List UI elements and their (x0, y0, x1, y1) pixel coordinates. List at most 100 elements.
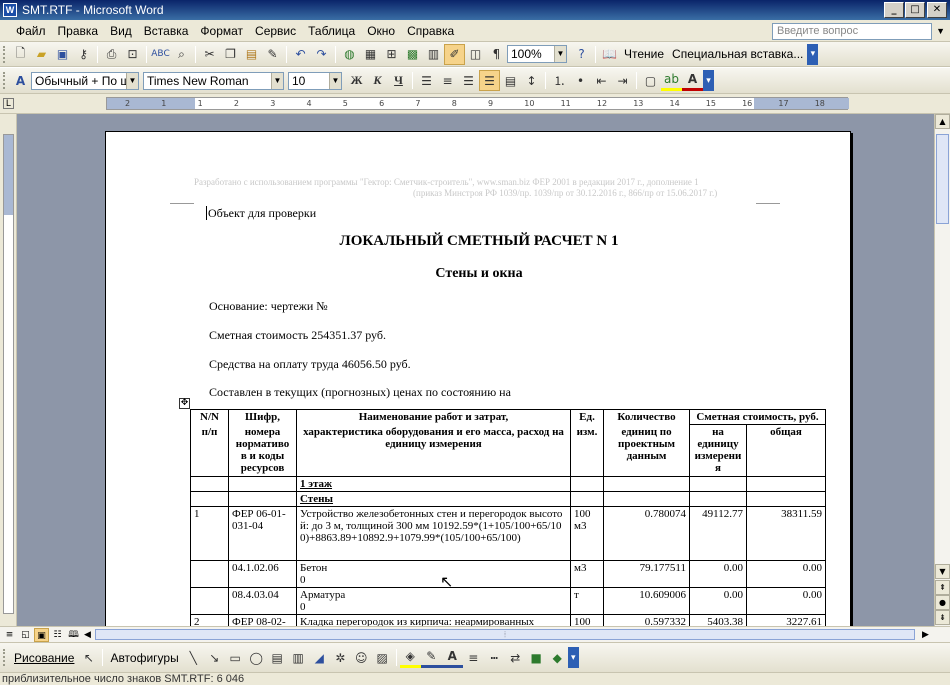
line-color-icon[interactable]: ✎ (420, 647, 442, 668)
print-icon[interactable]: ⎙ (101, 44, 122, 65)
fill-color-icon[interactable]: ◈ (399, 647, 421, 668)
bold-button[interactable]: Ж (346, 70, 367, 91)
font-color-icon[interactable]: A (682, 70, 703, 91)
copy-icon[interactable]: ❐ (220, 44, 241, 65)
maximize-button[interactable]: □ (905, 2, 925, 18)
redo-icon[interactable]: ↷ (311, 44, 332, 65)
zoom-dropdown-icon[interactable]: ▼ (554, 46, 566, 62)
reading-icon[interactable]: 📖 (599, 44, 620, 65)
clipart-icon[interactable]: ☺ (351, 647, 372, 668)
menu-format[interactable]: Формат (194, 20, 249, 42)
horizontal-scroll-thumb[interactable]: ⦙ (95, 629, 915, 640)
toolbar-options-icon[interactable]: ▾ (567, 647, 579, 668)
font-size-dropdown-icon[interactable]: ▼ (329, 72, 341, 89)
research-icon[interactable]: ⌕ (171, 44, 192, 65)
permission-icon[interactable]: ⚷ (73, 44, 94, 65)
scroll-right-icon[interactable]: ▶ (918, 628, 933, 642)
decrease-indent-icon[interactable]: ⇤ (591, 70, 612, 91)
close-button[interactable]: ✕ (927, 2, 947, 18)
vertical-text-icon[interactable]: ▥ (288, 647, 309, 668)
ask-question-input[interactable]: Введите вопрос ▼ (772, 23, 945, 40)
vertical-scroll-thumb[interactable] (936, 134, 949, 224)
style-select[interactable]: Обычный + По ш ▼ (31, 71, 139, 90)
spelling-icon[interactable]: ABC (150, 44, 171, 65)
increase-indent-icon[interactable]: ⇥ (612, 70, 633, 91)
font-dropdown-icon[interactable]: ▼ (271, 72, 283, 89)
autoshapes-button[interactable]: Автофигуры (106, 651, 182, 665)
horizontal-ruler[interactable]: 2 1 1 2 3 4 5 6 7 8 9 10 11 12 13 14 15 16 17 18 (106, 97, 849, 110)
document-page[interactable]: Разработано с использованием программы "… (105, 131, 851, 626)
borders-icon[interactable]: ▢ (640, 70, 661, 91)
font-color-draw-icon[interactable]: A (441, 647, 463, 668)
text-box-icon[interactable]: ▤ (267, 647, 288, 668)
diagram-icon[interactable]: ✲ (330, 647, 351, 668)
scroll-up-icon[interactable]: ▲ (935, 114, 950, 129)
minimize-button[interactable]: _ (884, 2, 904, 18)
toolbar-options-icon[interactable]: ▾ (807, 43, 819, 65)
cut-icon[interactable]: ✂ (199, 44, 220, 65)
align-center-icon[interactable]: ≡ (437, 70, 458, 91)
menu-file[interactable]: Файл (10, 20, 52, 42)
paste-special-button[interactable]: Специальная вставка... (668, 47, 807, 61)
line-style-icon[interactable]: ≡ (463, 647, 484, 668)
distributed-icon[interactable]: ▤ (500, 70, 521, 91)
numbering-icon[interactable]: ⒈ (549, 70, 570, 91)
line-spacing-icon[interactable]: ↕ (521, 70, 542, 91)
bullets-icon[interactable]: • (570, 70, 591, 91)
print-preview-icon[interactable]: ⊡ (122, 44, 143, 65)
picture-icon[interactable]: ▨ (372, 647, 393, 668)
new-document-icon[interactable]: 🗋 (10, 44, 31, 65)
format-painter-icon[interactable]: ✎ (262, 44, 283, 65)
menu-tools[interactable]: Сервис (249, 20, 302, 42)
show-hide-icon[interactable]: ¶ (486, 44, 507, 65)
menu-window[interactable]: Окно (361, 20, 401, 42)
font-size-select[interactable]: 10 ▼ (288, 71, 342, 90)
outline-view-icon[interactable]: ☷ (50, 628, 65, 642)
font-select[interactable]: Times New Roman ▼ (143, 71, 284, 90)
undo-icon[interactable]: ↶ (290, 44, 311, 65)
draw-menu-button[interactable]: Рисование (10, 651, 78, 665)
style-dropdown-icon[interactable]: ▼ (126, 72, 138, 89)
print-layout-icon[interactable]: ▣ (34, 628, 49, 642)
insert-table-icon[interactable]: ⊞ (381, 44, 402, 65)
menu-help[interactable]: Справка (401, 20, 460, 42)
word-app-icon[interactable]: W (3, 3, 17, 17)
scroll-left-icon[interactable]: ◀ (80, 628, 95, 642)
menu-table[interactable]: Таблица (302, 20, 361, 42)
scroll-down-icon[interactable]: ▼ (935, 564, 950, 579)
italic-button[interactable]: К (367, 70, 388, 91)
open-folder-icon[interactable]: ▰ (31, 44, 52, 65)
paste-icon[interactable]: ▤ (241, 44, 262, 65)
help-icon[interactable]: ? (571, 44, 592, 65)
align-left-icon[interactable]: ☰ (416, 70, 437, 91)
dash-style-icon[interactable]: ┅ (484, 647, 505, 668)
styles-pane-icon[interactable]: A (10, 70, 31, 91)
insert-excel-icon[interactable]: ▩ (402, 44, 423, 65)
tab-selector-icon[interactable]: L (3, 98, 14, 109)
rectangle-icon[interactable]: ▭ (225, 647, 246, 668)
justify-icon[interactable]: ☰ (479, 70, 500, 91)
vertical-scrollbar[interactable]: ▲ ▼ ⇞ ● ⇟ (934, 114, 950, 626)
wordart-icon[interactable]: ◢ (309, 647, 330, 668)
tables-borders-icon[interactable]: ▦ (360, 44, 381, 65)
oval-icon[interactable]: ◯ (246, 647, 267, 668)
toolbar-options-icon[interactable]: ▾ (703, 70, 714, 91)
arrow-icon[interactable]: ↘ (204, 647, 225, 668)
normal-view-icon[interactable]: ≡ (2, 628, 17, 642)
underline-button[interactable]: Ч (388, 70, 409, 91)
zoom-select[interactable]: 100% ▼ (507, 45, 567, 63)
select-objects-icon[interactable]: ↖ (78, 647, 99, 668)
document-workspace[interactable]: Разработано с использованием программы "… (17, 114, 934, 626)
web-layout-icon[interactable]: ◱ (18, 628, 33, 642)
reading-layout-icon[interactable]: 🕮 (66, 628, 81, 642)
drawing-icon[interactable]: ✐ (444, 43, 465, 65)
toolbar-grip[interactable] (3, 649, 6, 666)
browse-object-icon[interactable]: ● (935, 595, 950, 610)
hyperlink-icon[interactable]: ◍ (339, 44, 360, 65)
highlight-icon[interactable]: ab (661, 70, 682, 91)
previous-page-icon[interactable]: ⇞ (935, 580, 950, 595)
line-icon[interactable]: ╲ (183, 647, 204, 668)
ask-dropdown-icon[interactable]: ▼ (936, 24, 945, 39)
menu-view[interactable]: Вид (104, 20, 138, 42)
table-move-handle-icon[interactable]: ✥ (179, 398, 190, 409)
